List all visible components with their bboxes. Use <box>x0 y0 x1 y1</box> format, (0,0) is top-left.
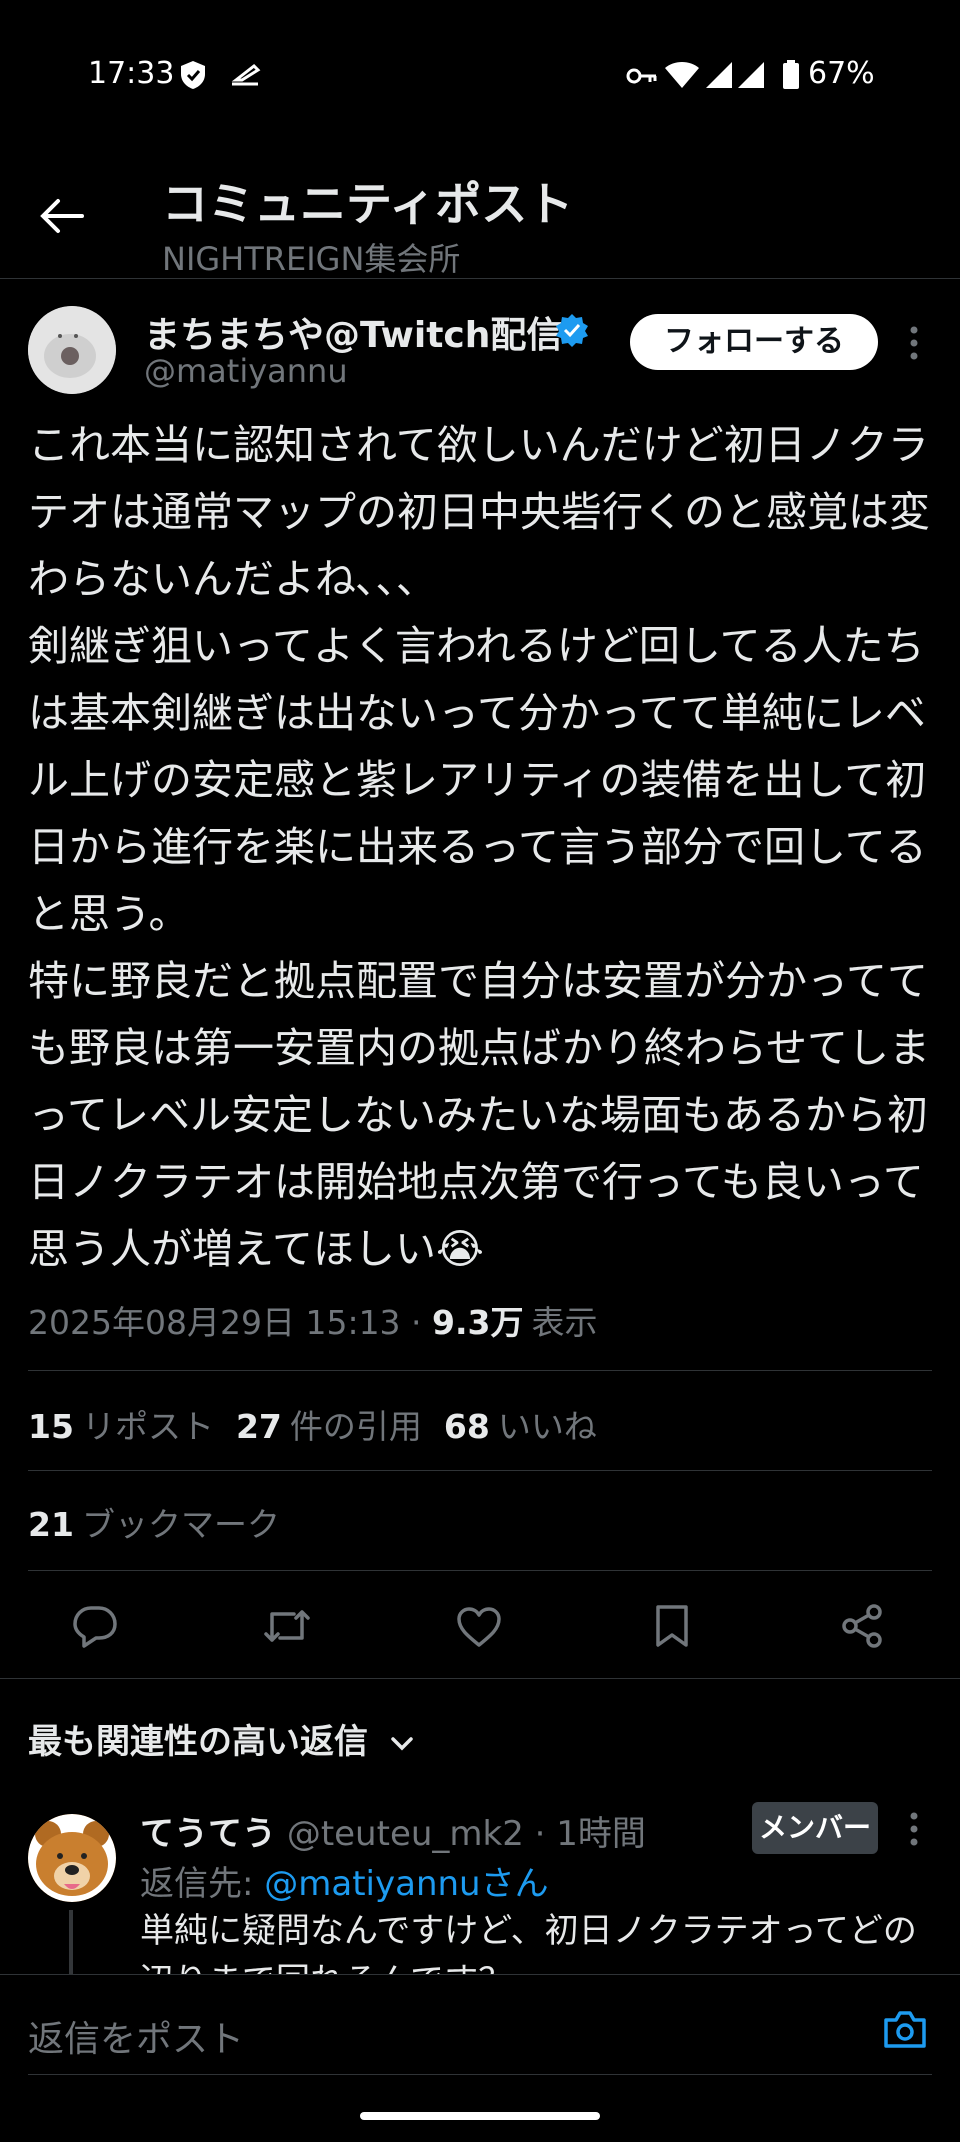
composer-underline <box>28 2074 932 2075</box>
share-icon[interactable] <box>840 1604 884 1648</box>
camera-icon[interactable] <box>882 2008 928 2050</box>
follow-button[interactable]: フォローする <box>630 314 878 370</box>
reply-display-name[interactable]: てうてう <box>140 1814 276 1854</box>
actions-divider <box>0 1678 960 1679</box>
reply-thread-line <box>69 1910 73 1976</box>
bookmark-icon[interactable] <box>654 1604 690 1648</box>
community-name[interactable]: NIGHTREIGN集会所 <box>162 234 460 280</box>
home-indicator[interactable] <box>360 2112 600 2120</box>
stats-divider <box>28 1470 932 1471</box>
reposts-stat[interactable]: 15 リポスト <box>28 1407 236 1446</box>
likes-stat[interactable]: 68 いいね <box>444 1407 619 1446</box>
verified-badge-icon <box>554 312 590 348</box>
chevron-down-icon <box>390 1736 414 1752</box>
post-text: これ本当に認知されて欲しいんだけど初日ノクラテオは通常マップの初日中央砦行くのと… <box>28 421 930 1273</box>
vpn-key-icon <box>626 66 658 86</box>
reply-avatar[interactable] <box>28 1814 116 1902</box>
reply-composer-input[interactable]: 返信をポスト <box>28 2010 244 2062</box>
reply-sort-label: 最も関連性の高い返信 <box>28 1722 368 1762</box>
app-notification-icon <box>228 62 262 88</box>
post-meta: 2025年08月29日 15:13 · 9.3万 表示 <box>28 1296 598 1344</box>
battery-percentage: 67% <box>808 56 875 91</box>
back-arrow-icon[interactable] <box>38 196 84 236</box>
wifi-icon <box>664 60 700 90</box>
avatar[interactable] <box>28 306 116 394</box>
view-count: 9.3万 <box>432 1303 524 1342</box>
repost-icon[interactable] <box>262 1606 312 1646</box>
status-time: 17:33 <box>88 56 175 91</box>
bookmarks-stat[interactable]: 21 ブックマーク <box>28 1498 302 1546</box>
more-options-icon[interactable] <box>908 326 920 360</box>
reply-text: 単純に疑問なんですけど、初日ノクラテオってどの辺りまで回れるんです？ <box>140 1911 917 1974</box>
page-title: コミュニティポスト <box>162 177 574 231</box>
post-timestamp: 2025年08月29日 15:13 · <box>28 1303 433 1342</box>
author-display-name[interactable]: まちまちや@Twitch配信 <box>144 306 562 358</box>
battery-icon <box>782 60 800 90</box>
member-badge: メンバー <box>752 1802 878 1854</box>
author-handle[interactable]: @matiyannu <box>144 352 348 390</box>
like-heart-icon[interactable] <box>456 1606 502 1648</box>
reply-to-user-link[interactable]: @matiyannuさん <box>264 1864 548 1904</box>
reply-more-options-icon[interactable] <box>908 1812 920 1846</box>
shield-icon <box>180 60 206 90</box>
meta-divider <box>28 1370 932 1371</box>
signal-icon <box>704 60 768 90</box>
reply-time: · 1時間 <box>523 1814 646 1854</box>
reply-sort-dropdown[interactable]: 最も関連性の高い返信 <box>28 1714 414 1763</box>
bookmarks-divider <box>28 1570 932 1571</box>
quotes-stat[interactable]: 27 件の引用 <box>236 1407 444 1446</box>
reply-to-prefix: 返信先: <box>140 1864 265 1904</box>
reply-icon[interactable] <box>72 1604 118 1648</box>
reply-handle[interactable]: @teuteu_mk2 <box>287 1814 524 1854</box>
engagement-stats: 15 リポスト 27 件の引用 68 いいね <box>28 1400 619 1448</box>
header-divider <box>0 278 960 279</box>
reply-to-line: 返信先: @matiyannuさん <box>140 1856 549 1905</box>
view-label: 表示 <box>531 1303 598 1342</box>
reply-header: てうてう @teuteu_mk2 · 1時間 <box>140 1806 646 1855</box>
